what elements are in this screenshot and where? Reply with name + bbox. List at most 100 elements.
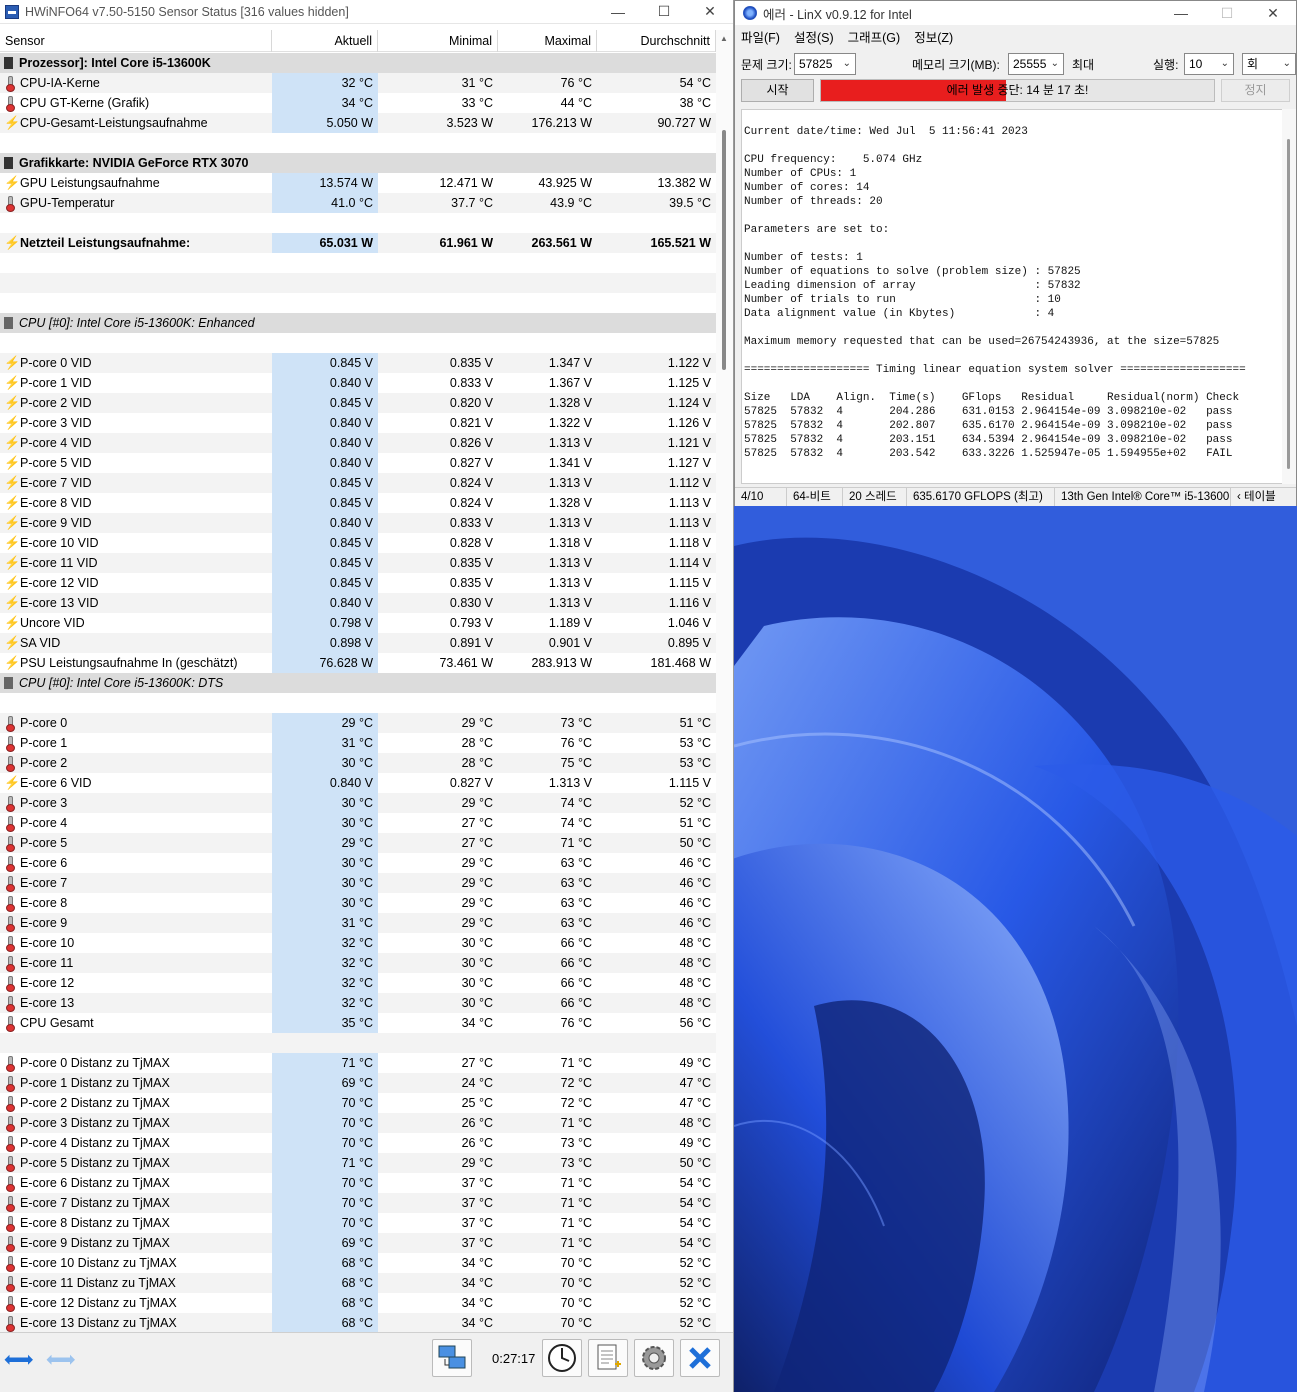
table-row[interactable]: E-core 9 Distanz zu TjMAX 69 °C 37 °C 71 °C… [0, 1233, 716, 1253]
value-avg: 1.112 V [597, 473, 716, 493]
table-row[interactable]: CPU Gesamt 35 °C 34 °C 76 °C 56 °C [0, 1013, 716, 1033]
maximize-button[interactable]: ☐ [641, 0, 687, 24]
table-row[interactable]: ⚡ GPU Leistungsaufnahme 13.574 W 12.471 W 43… [0, 173, 716, 193]
table-row[interactable]: P-core 4 Distanz zu TjMAX 70 °C 26 °C 73 °C… [0, 1133, 716, 1153]
runs-unit-select[interactable]: 회 ⌄ [1242, 53, 1296, 75]
menu-info[interactable]: 정보(Z) [914, 27, 953, 46]
menu-file[interactable]: 파일(F) [741, 27, 780, 46]
table-row[interactable]: ⚡ E-core 9 VID 0.840 V 0.833 V 1.313 V 1.113 … [0, 513, 716, 533]
table-row[interactable]: ⚡ Uncore VID 0.798 V 0.793 V 1.189 V 1.046 V [0, 613, 716, 633]
table-row[interactable]: P-core 1 31 °C 28 °C 76 °C 53 °C [0, 733, 716, 753]
table-row[interactable]: P-core 0 Distanz zu TjMAX 71 °C 27 °C 71 °C… [0, 1053, 716, 1073]
table-row[interactable]: ⚡ E-core 10 VID 0.845 V 0.828 V 1.318 V 1.118… [0, 533, 716, 553]
sensor-group-row[interactable]: CPU [#0]: Intel Core i5-13600K: Enhanced [0, 313, 716, 333]
table-row[interactable]: E-core 6 30 °C 29 °C 63 °C 46 °C [0, 853, 716, 873]
table-row[interactable]: P-core 1 Distanz zu TjMAX 69 °C 24 °C 72 °C… [0, 1073, 716, 1093]
table-row[interactable]: E-core 10 32 °C 30 °C 66 °C 48 °C [0, 933, 716, 953]
menu-settings[interactable]: 설정(S) [794, 27, 834, 46]
hwinfo-titlebar[interactable]: HWiNFO64 v7.50-5150 Sensor Status [316 v… [0, 0, 733, 24]
table-row[interactable]: ⚡ E-core 11 VID 0.845 V 0.835 V 1.313 V 1.114… [0, 553, 716, 573]
table-row[interactable]: E-core 12 Distanz zu TjMAX 68 °C 34 °C 70 °… [0, 1293, 716, 1313]
table-row[interactable]: ⚡ PSU Leistungsaufnahme In (geschätzt) 76.… [0, 653, 716, 673]
table-row[interactable]: P-core 2 Distanz zu TjMAX 70 °C 25 °C 72 °C… [0, 1093, 716, 1113]
col-header-sensor[interactable]: Sensor [0, 30, 272, 52]
lightning-bolt-icon: ⚡ [4, 455, 21, 470]
memory-select[interactable]: 25555 ⌄ [1008, 53, 1064, 75]
problem-size-select[interactable]: 57825 ⌄ [794, 53, 856, 75]
nav-arrows-icon[interactable]: ⬅➡ [4, 1347, 33, 1372]
table-row[interactable]: P-core 3 30 °C 29 °C 74 °C 52 °C [0, 793, 716, 813]
table-row[interactable]: CPU-IA-Kerne 32 °C 31 °C 76 °C 54 °C [0, 73, 716, 93]
table-row[interactable]: E-core 11 32 °C 30 °C 66 °C 48 °C [0, 953, 716, 973]
sensor-group-row[interactable]: Grafikkarte: NVIDIA GeForce RTX 3070 [0, 153, 716, 173]
col-header-avg[interactable]: Durchschnitt [597, 30, 716, 52]
report-button[interactable] [588, 1339, 628, 1377]
table-row[interactable]: E-core 12 32 °C 30 °C 66 °C 48 °C [0, 973, 716, 993]
nav-arrows-collapse-icon[interactable]: ⬅➡ [46, 1347, 75, 1372]
max-label[interactable]: 최대 [1072, 56, 1094, 73]
linx-close-button[interactable]: ✕ [1250, 1, 1296, 25]
table-row[interactable]: P-core 3 Distanz zu TjMAX 70 °C 26 °C 71 °C… [0, 1113, 716, 1133]
table-row[interactable]: ⚡ Netzteil Leistungsaufnahme: 65.031 W 61.9… [0, 233, 716, 253]
minimize-button[interactable]: — [595, 0, 641, 24]
network-button[interactable] [432, 1339, 472, 1377]
table-row[interactable]: P-core 2 30 °C 28 °C 75 °C 53 °C [0, 753, 716, 773]
table-row[interactable]: ⚡ E-core 6 VID 0.840 V 0.827 V 1.313 V 1.115 … [0, 773, 716, 793]
start-button[interactable]: 시작 [741, 79, 814, 102]
table-row[interactable]: P-core 5 Distanz zu TjMAX 71 °C 29 °C 73 °C… [0, 1153, 716, 1173]
table-toggle-button[interactable]: ‹ 테이블 [1231, 488, 1296, 507]
sensor-group-row[interactable]: Prozessor]: Intel Core i5-13600K [0, 53, 716, 73]
table-row[interactable]: E-core 11 Distanz zu TjMAX 68 °C 34 °C 70 °… [0, 1273, 716, 1293]
table-row[interactable]: E-core 8 30 °C 29 °C 63 °C 46 °C [0, 893, 716, 913]
table-row[interactable]: ⚡ P-core 3 VID 0.840 V 0.821 V 1.322 V 1.126 … [0, 413, 716, 433]
table-row[interactable]: E-core 10 Distanz zu TjMAX 68 °C 34 °C 70 °… [0, 1253, 716, 1273]
table-row[interactable]: ⚡ E-core 7 VID 0.845 V 0.824 V 1.313 V 1.112 … [0, 473, 716, 493]
col-header-max[interactable]: Maximal [498, 30, 597, 52]
value-current: 71 °C [272, 1053, 378, 1073]
value-min: 29 °C [378, 713, 498, 733]
col-header-current[interactable]: Aktuell [272, 30, 378, 52]
exit-button[interactable] [680, 1339, 720, 1377]
scrollbar-thumb[interactable] [722, 130, 726, 370]
table-row[interactable]: E-core 8 Distanz zu TjMAX 70 °C 37 °C 71 °C… [0, 1213, 716, 1233]
linx-titlebar[interactable]: 에러 - LinX v0.9.12 for Intel — ☐ ✕ [735, 1, 1296, 25]
sensor-label-cell: ⚡ SA VID [0, 633, 272, 653]
runs-select[interactable]: 10 ⌄ [1184, 53, 1234, 75]
table-row[interactable]: P-core 5 29 °C 27 °C 71 °C 50 °C [0, 833, 716, 853]
scroll-up-icon[interactable]: ▲ [720, 34, 728, 43]
table-row[interactable]: ⚡ P-core 5 VID 0.840 V 0.827 V 1.341 V 1.127 … [0, 453, 716, 473]
table-row[interactable]: ⚡ P-core 1 VID 0.840 V 0.833 V 1.367 V 1.125 … [0, 373, 716, 393]
table-row[interactable]: ⚡ SA VID 0.898 V 0.891 V 0.901 V 0.895 V [0, 633, 716, 653]
log-scrollbar-thumb[interactable] [1287, 139, 1290, 469]
table-row[interactable]: E-core 13 32 °C 30 °C 66 °C 48 °C [0, 993, 716, 1013]
value-max: 66 °C [498, 953, 597, 973]
col-header-min[interactable]: Minimal [378, 30, 498, 52]
table-row[interactable]: GPU-Temperatur 41.0 °C 37.7 °C 43.9 °C 39.5 … [0, 193, 716, 213]
linx-log-output[interactable]: Current date/time: Wed Jul 5 11:56:41 20… [741, 109, 1284, 484]
linx-minimize-button[interactable]: — [1158, 1, 1204, 25]
table-row[interactable]: ⚡ E-core 12 VID 0.845 V 0.835 V 1.313 V 1.115… [0, 573, 716, 593]
table-row[interactable]: E-core 6 Distanz zu TjMAX 70 °C 37 °C 71 °C… [0, 1173, 716, 1193]
sensor-group-row[interactable]: CPU [#0]: Intel Core i5-13600K: DTS [0, 673, 716, 693]
value-avg: 53 °C [597, 753, 716, 773]
menu-graph[interactable]: 그래프(G) [848, 27, 901, 46]
sensor-scrollbar[interactable]: ▲ [716, 30, 733, 1332]
table-row[interactable]: P-core 4 30 °C 27 °C 74 °C 51 °C [0, 813, 716, 833]
table-row[interactable]: ⚡ P-core 0 VID 0.845 V 0.835 V 1.347 V 1.122 … [0, 353, 716, 373]
settings-button[interactable] [634, 1339, 674, 1377]
value-avg: 49 °C [679, 1056, 711, 1070]
table-row[interactable]: E-core 13 Distanz zu TjMAX 68 °C 34 °C 70 °… [0, 1313, 716, 1333]
table-row[interactable]: E-core 9 31 °C 29 °C 63 °C 46 °C [0, 913, 716, 933]
table-row[interactable]: ⚡ E-core 8 VID 0.845 V 0.824 V 1.328 V 1.113 … [0, 493, 716, 513]
table-row[interactable]: E-core 7 30 °C 29 °C 63 °C 46 °C [0, 873, 716, 893]
table-row[interactable]: ⚡ P-core 4 VID 0.840 V 0.826 V 1.313 V 1.121 … [0, 433, 716, 453]
clock-button[interactable] [542, 1339, 582, 1377]
table-row[interactable]: P-core 0 29 °C 29 °C 73 °C 51 °C [0, 713, 716, 733]
table-row[interactable]: ⚡ CPU-Gesamt-Leistungsaufnahme 5.050 W 3.52… [0, 113, 716, 133]
table-row[interactable]: ⚡ E-core 13 VID 0.840 V 0.830 V 1.313 V 1.116… [0, 593, 716, 613]
table-row[interactable]: CPU GT-Kerne (Grafik) 34 °C 33 °C 44 °C 38 °… [0, 93, 716, 113]
close-button[interactable]: ✕ [687, 0, 733, 24]
table-row[interactable]: ⚡ P-core 2 VID 0.845 V 0.820 V 1.328 V 1.124 … [0, 393, 716, 413]
table-row[interactable]: E-core 7 Distanz zu TjMAX 70 °C 37 °C 71 °C… [0, 1193, 716, 1213]
log-scrollbar[interactable] [1282, 109, 1296, 484]
